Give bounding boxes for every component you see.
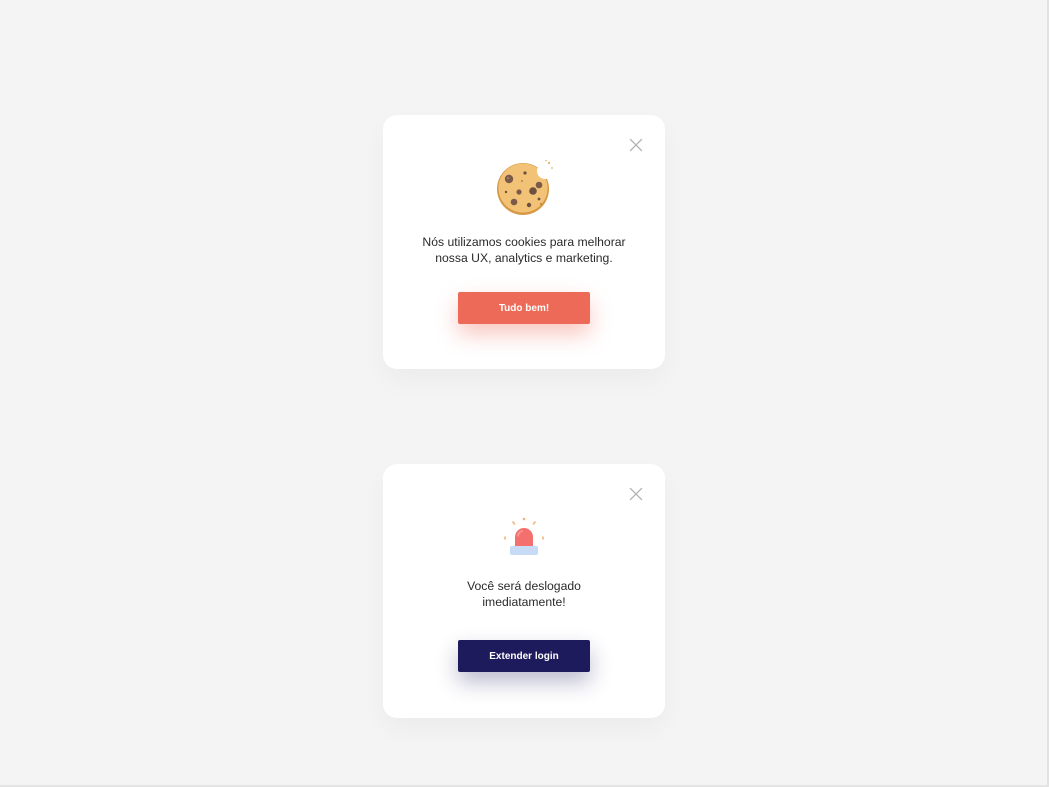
logout-warning-modal: Você será deslogado imediatamente! Exten… [383,464,665,718]
siren-alarm-icon [501,517,547,559]
logout-message: Você será deslogado imediatamente! [467,579,581,609]
extend-login-button[interactable]: Extender login [458,640,590,672]
close-icon[interactable] [629,138,643,152]
cookie-consent-modal: Nós utilizamos cookies para melhorar nos… [383,115,665,369]
accept-cookies-button[interactable]: Tudo bem! [458,292,590,324]
cookie-icon [495,159,553,217]
cookie-message: Nós utilizamos cookies para melhorar nos… [422,235,626,265]
close-icon[interactable] [629,487,643,501]
